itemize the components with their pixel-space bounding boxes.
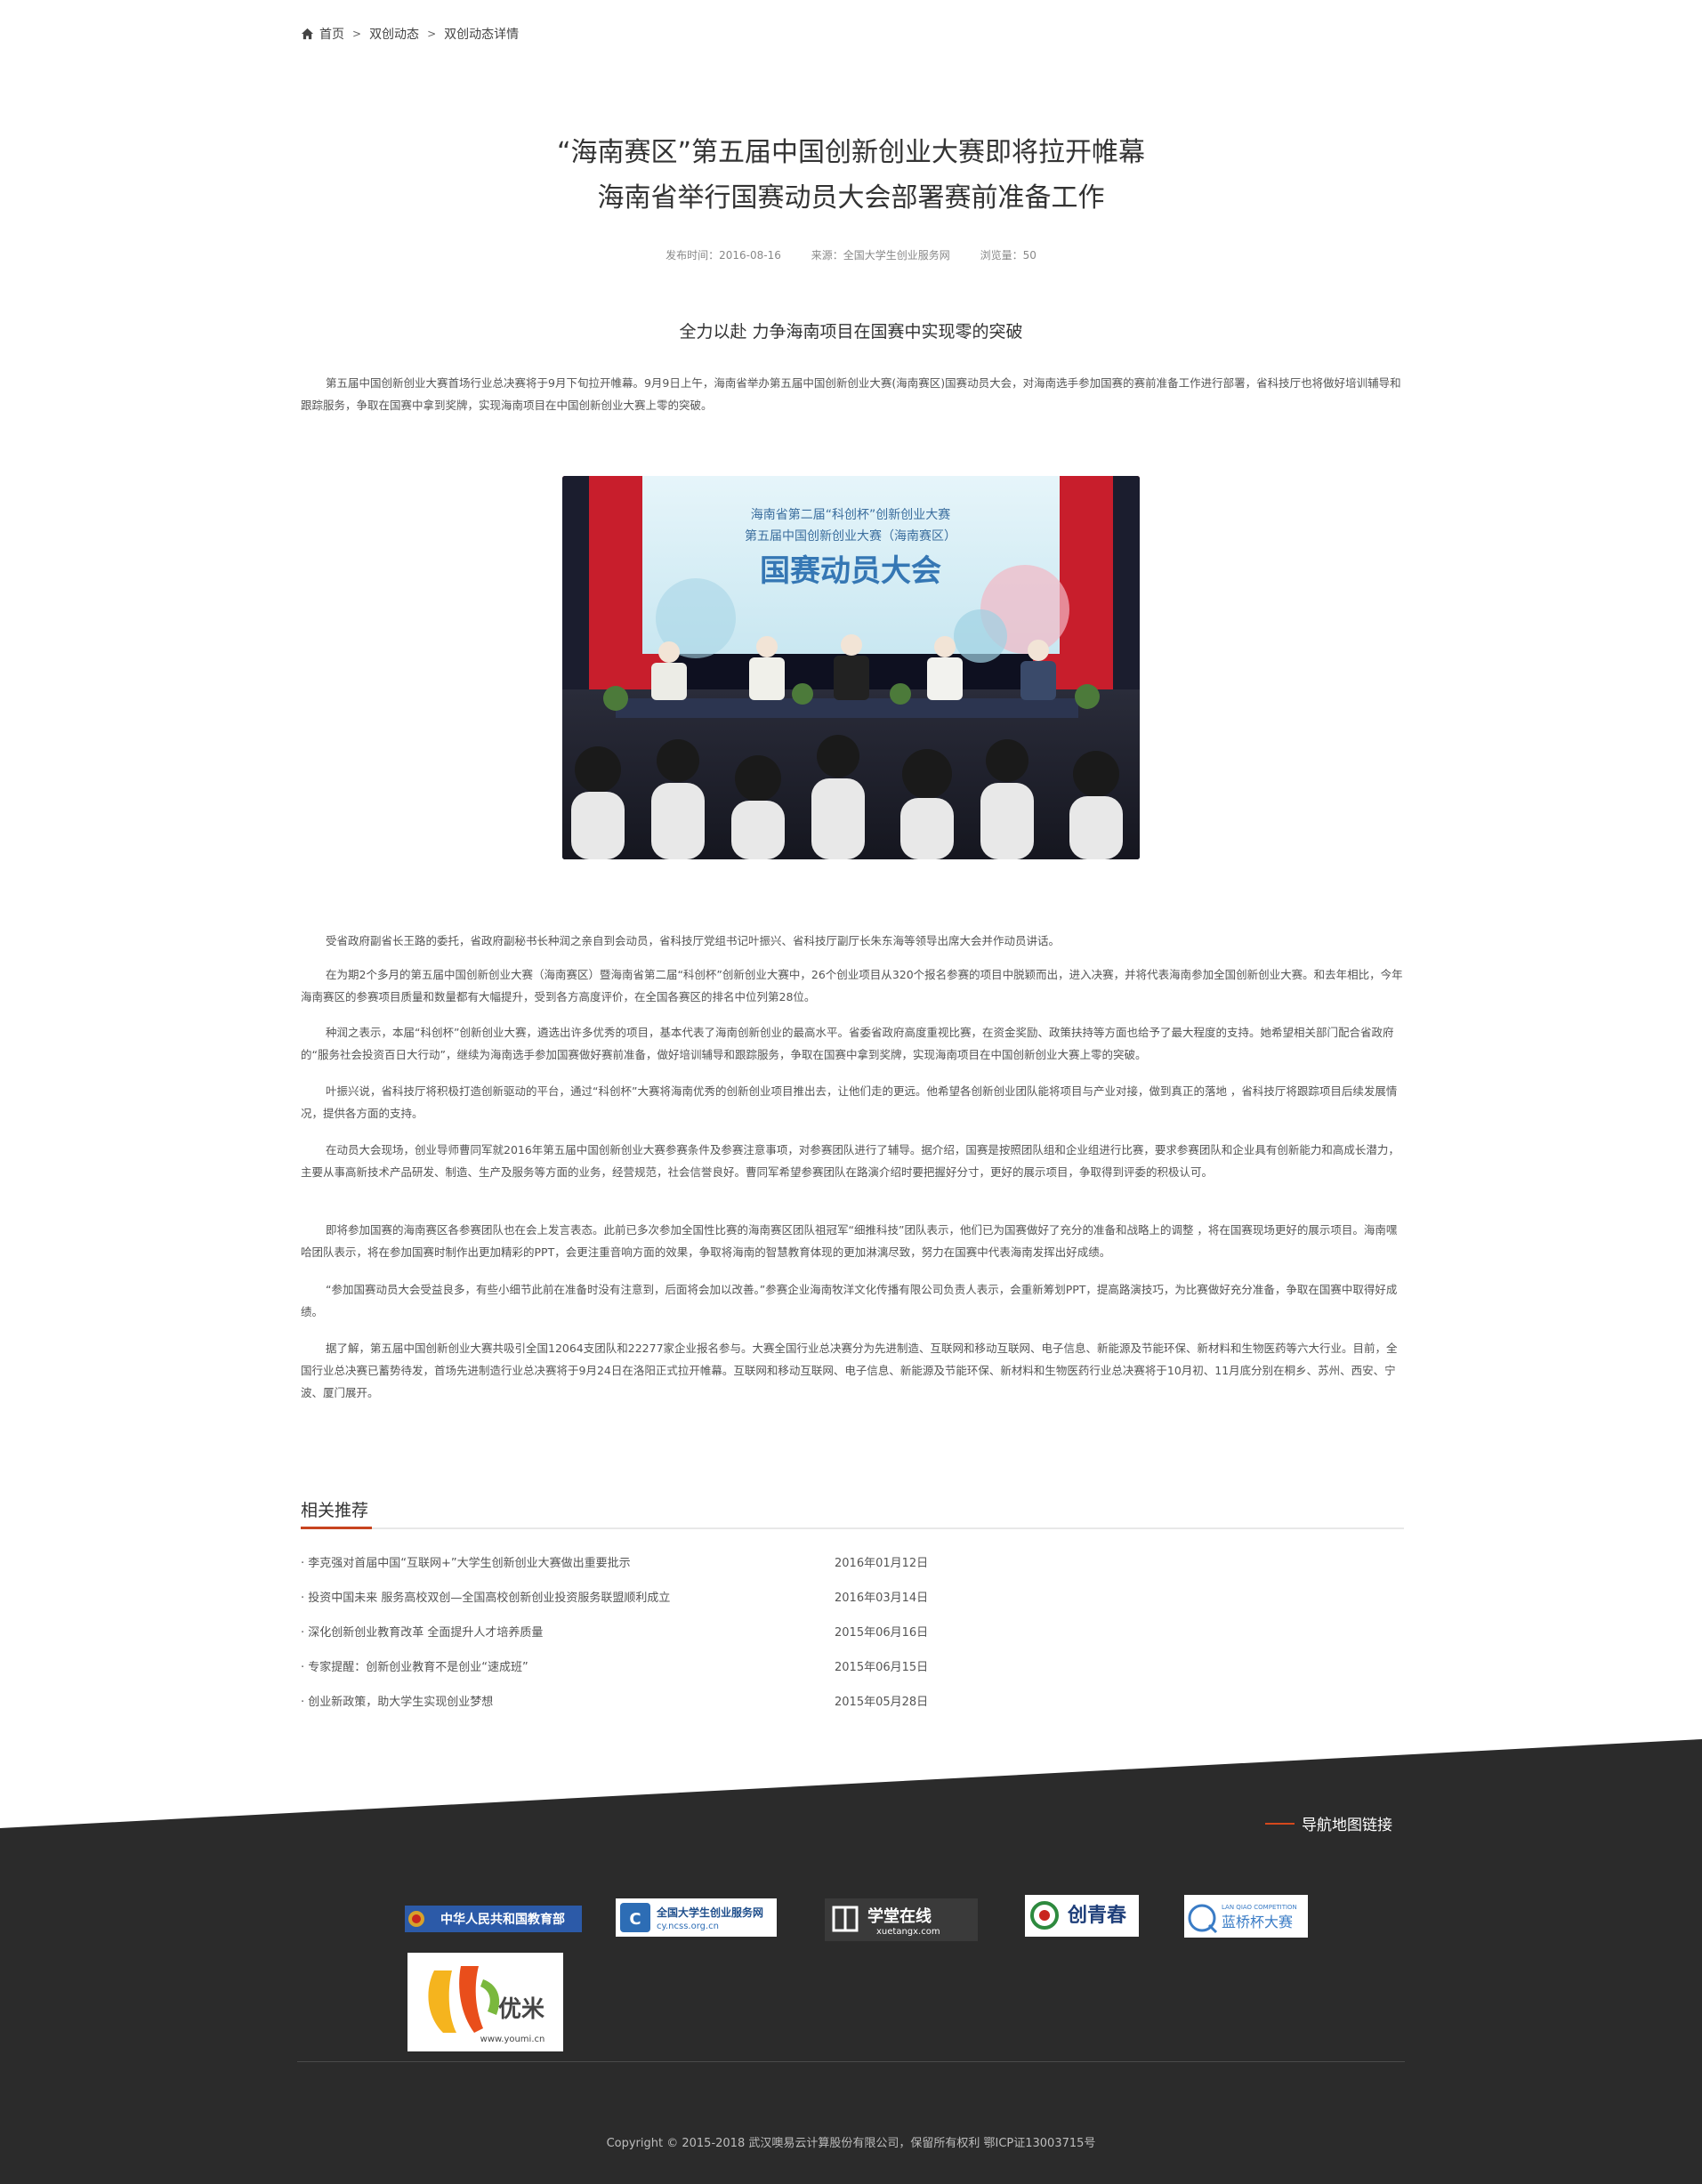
ncss-logo[interactable]: C 全国大学生创业服务网 cy.ncss.org.cn [616,1898,777,1937]
article-paragraph: 叶振兴说，省科技厅将积极打造创新驱动的平台，通过“科创杯”大赛将海南优秀的创新创… [301,1084,1398,1120]
article-source: 来源：全国大学生创业服务网 [811,249,950,262]
home-icon[interactable] [301,28,314,40]
svg-text:学堂在线: 学堂在线 [867,1906,932,1926]
lanqiao-logo[interactable]: LAN QIAO COMPETITION 蓝桥杯大赛 [1184,1895,1308,1938]
footer-nav-dash [1265,1822,1295,1825]
svg-text:全国大学生创业服务网: 全国大学生创业服务网 [656,1906,763,1919]
related-item-date: 2016年03月14日 [835,1592,929,1605]
footer-background [0,1739,1702,2184]
breadcrumb-separator: > [427,28,437,40]
article-meta: 发布时间：2016-08-16 来源：全国大学生创业服务网 浏览量：50 [0,247,1702,262]
article-title-line1: “海南赛区”第五届中国创新创业大赛即将拉开帷幕 [556,137,1146,168]
related-item[interactable]: · 李克强对首届中国“互联网+”大学生创新创业大赛做出重要批示 2016年01月1… [301,1553,1012,1588]
svg-text:中华人民共和国教育部: 中华人民共和国教育部 [440,1912,565,1927]
article-paragraph: 在为期2个多月的第五届中国创新创业大赛（海南赛区）暨海南省第二届“科创杯”创新创… [301,968,1403,1003]
related-item[interactable]: · 深化创新创业教育改革 全面提升人才培养质量 2015年06月16日 [301,1623,1012,1657]
svg-text:C: C [629,1910,641,1929]
footer-nav-link[interactable]: 导航地图链接 [1265,1812,1392,1834]
article-paragraph: 在动员大会现场，创业导师曹同军就2016年第五届中国创新创业大赛参赛条件及参赛注… [301,1143,1400,1179]
footer-divider [297,2061,1405,2062]
related-heading: 相关推荐 [301,1501,369,1520]
youmi-logo[interactable]: 优米 www.youmi.cn [407,1953,563,2051]
related-item-date: 2015年06月15日 [835,1661,929,1674]
related-item-title[interactable]: · 李克强对首届中国“互联网+”大学生创新创业大赛做出重要批示 [301,1553,835,1588]
article-paragraph: 据了解，第五届中国创新创业大赛共吸引全国12064支团队和22277家企业报名参… [301,1342,1398,1399]
article-photo: 海南省第二届“科创杯”创新创业大赛 第五届中国创新创业大赛（海南赛区） 国赛动员… [562,476,1140,859]
related-heading-underline [301,1527,372,1529]
copyright: Copyright © 2015-2018 武汉噢易云计算股份有限公司，保留所有… [606,2137,1096,2150]
related-item-date: 2016年01月12日 [835,1557,929,1570]
breadcrumb-separator: > [352,28,362,40]
related-item[interactable]: · 投资中国未来 服务高校双创—全国高校创新创业投资服务联盟顺利成立 2016年0… [301,1588,1012,1623]
article-paragraph: “参加国赛动员大会受益良多，有些小细节此前在准备时没有注意到，后面将会加以改善。… [301,1283,1398,1318]
svg-text:xuetangx.com: xuetangx.com [876,1927,940,1937]
breadcrumb-home-link[interactable]: 首页 [319,25,344,43]
svg-text:蓝桥杯大赛: 蓝桥杯大赛 [1222,1914,1293,1930]
svg-text:LAN QIAO COMPETITION: LAN QIAO COMPETITION [1222,1904,1297,1911]
article-intro: 第五届中国创新创业大赛首场行业总决赛将于9月下旬拉开帷幕。9月9日上午，海南省举… [301,376,1401,412]
related-item-title[interactable]: · 创业新政策，助大学生实现创业梦想 [301,1692,835,1727]
related-item-title[interactable]: · 投资中国未来 服务高校双创—全国高校创新创业投资服务联盟顺利成立 [301,1588,835,1623]
footer-nav-label: 导航地图链接 [1302,1817,1392,1834]
breadcrumb: 首页 > 双创动态 > 双创动态详情 [301,25,519,43]
breadcrumb-current: 双创动态详情 [444,28,520,42]
related-list: · 李克强对首届中国“互联网+”大学生创新创业大赛做出重要批示 2016年01月1… [301,1553,1012,1727]
xuetang-logo[interactable]: 学堂在线 xuetangx.com [825,1898,978,1941]
svg-text:cy.ncss.org.cn: cy.ncss.org.cn [657,1922,719,1931]
svg-text:优米: 优米 [498,1996,544,2023]
article-subtitle: 全力以赴 力争海南项目在国赛中实现零的突破 [679,322,1023,342]
photo-banner-line2: 第五届中国创新创业大赛（海南赛区） [745,528,956,544]
breadcrumb-news-link[interactable]: 双创动态 [369,25,419,43]
article-paragraph: 受省政府副省长王路的委托，省政府副秘书长种润之亲自到会动员，省科技厅党组书记叶振… [326,934,1061,947]
related-item[interactable]: · 创业新政策，助大学生实现创业梦想 2015年05月28日 [301,1692,1012,1727]
related-item-title[interactable]: · 专家提醒：创新创业教育不是创业“速成班” [301,1657,835,1692]
moe-logo[interactable]: 中华人民共和国教育部 [405,1906,582,1932]
svg-text:www.youmi.cn: www.youmi.cn [480,2035,545,2044]
article-paragraph: 即将参加国赛的海南赛区各参赛团队也在会上发言表态。此前已多次参加全国性比赛的海南… [301,1223,1398,1259]
related-item-title[interactable]: · 深化创新创业教育改革 全面提升人才培养质量 [301,1623,835,1657]
related-divider [301,1527,1404,1529]
chuangqingchun-logo[interactable]: 创青春 [1025,1895,1139,1937]
photo-banner-title: 国赛动员大会 [760,553,941,589]
article-title-line2: 海南省举行国赛动员大会部署赛前准备工作 [597,182,1105,214]
related-item-date: 2015年05月28日 [835,1696,929,1709]
related-item[interactable]: · 专家提醒：创新创业教育不是创业“速成班” 2015年06月15日 [301,1657,1012,1692]
photo-banner-line1: 海南省第二届“科创杯”创新创业大赛 [751,507,951,522]
conference-photo: 海南省第二届“科创杯”创新创业大赛 第五届中国创新创业大赛（海南赛区） 国赛动员… [562,476,1140,859]
article-title: “海南赛区”第五届中国创新创业大赛即将拉开帷幕 海南省举行国赛动员大会部署赛前准… [0,130,1702,221]
article-paragraph: 种润之表示，本届“科创杯”创新创业大赛，遴选出许多优秀的项目，基本代表了海南创新… [301,1026,1394,1061]
svg-text:创青春: 创青春 [1067,1905,1126,1927]
publish-time: 发布时间：2016-08-16 [665,249,781,262]
view-count: 浏览量：50 [980,249,1037,262]
related-item-date: 2015年06月16日 [835,1626,929,1640]
